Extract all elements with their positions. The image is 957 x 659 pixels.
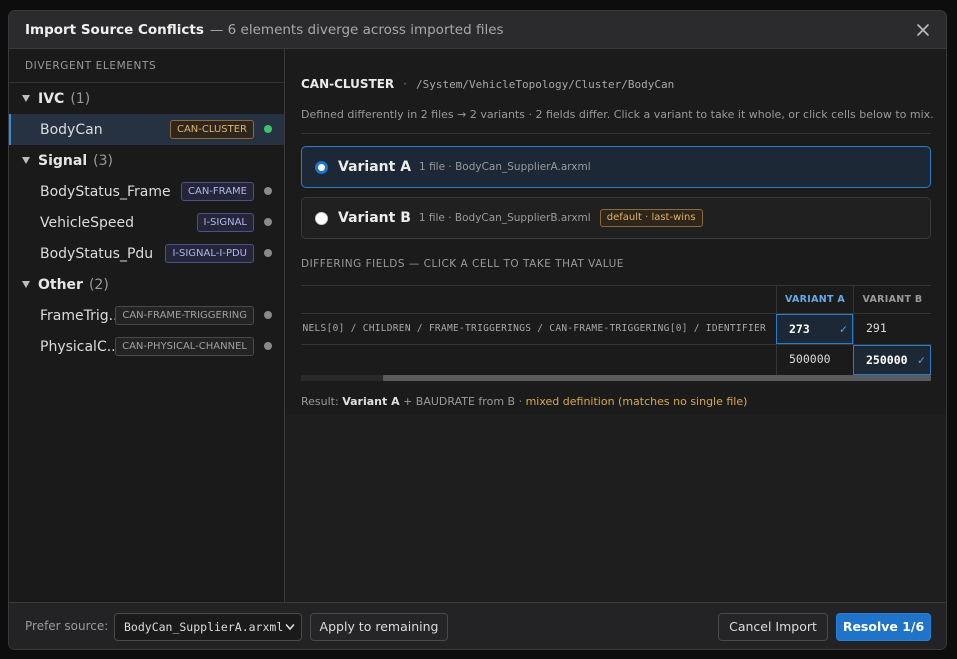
element-path: /System/VehicleTopology/Cluster/BodyCan bbox=[415, 77, 675, 91]
group-count: (3) bbox=[93, 152, 113, 169]
differing-fields-table: VARIANT A VARIANT B NELS[0] / CHILDREN /… bbox=[301, 285, 931, 381]
main-panel: CAN-CLUSTER · /System/VehicleTopology/Cl… bbox=[285, 49, 946, 602]
check-icon: ✓ bbox=[917, 353, 925, 367]
element-detail: CAN-CLUSTER · /System/VehicleTopology/Cl… bbox=[285, 49, 946, 415]
default-badge: default · last-wins bbox=[599, 209, 703, 227]
element-type: CAN-CLUSTER bbox=[301, 77, 395, 91]
select-value: BodyCan_SupplierA.arxml bbox=[124, 620, 284, 634]
differing-fields-heading: DIFFERING FIELDS — CLICK A CELL TO TAKE … bbox=[301, 258, 624, 270]
group-name: Signal bbox=[38, 152, 88, 169]
prefer-source-label: Prefer source: bbox=[25, 619, 109, 633]
import-conflicts-dialog: Import Source Conflicts — 6 elements div… bbox=[8, 10, 947, 650]
type-badge: CAN-FRAME bbox=[181, 182, 254, 201]
table-header: VARIANT A VARIANT B bbox=[301, 286, 931, 314]
triangle-down-icon bbox=[22, 95, 30, 102]
field-path: NELS[0] / CHILDREN / FRAME-TRIGGERINGS /… bbox=[302, 323, 766, 334]
dialog-title: Import Source Conflicts bbox=[25, 21, 204, 38]
sidebar-item-vehiclespeed[interactable]: VehicleSpeed I-SIGNAL bbox=[9, 207, 284, 238]
group-header-signal[interactable]: Signal (3) bbox=[9, 145, 284, 176]
variant-name: Variant A bbox=[338, 159, 412, 175]
type-badge: I-SIGNAL bbox=[196, 213, 254, 232]
radio-unchecked-icon[interactable] bbox=[315, 211, 328, 225]
resolve-button[interactable]: Resolve 1/6 bbox=[836, 613, 931, 641]
triangle-down-icon bbox=[22, 281, 30, 288]
type-badge: CAN-PHYSICAL-CHANNEL bbox=[115, 337, 254, 356]
status-dot-icon bbox=[264, 311, 272, 319]
status-dot-icon bbox=[264, 125, 272, 133]
variant-source: 1 file · BodyCan_SupplierA.arxml bbox=[419, 161, 591, 173]
result-summary: Result: Variant A + BAUDRATE from B · mi… bbox=[301, 395, 747, 408]
group-name: Other bbox=[38, 276, 83, 293]
item-label: VehicleSpeed bbox=[40, 214, 134, 231]
cell-value: 250000 bbox=[866, 353, 908, 367]
type-badge: CAN-FRAME-TRIGGERING bbox=[115, 306, 254, 325]
sidebar-item-frametriggering[interactable]: FrameTrig... CAN-FRAME-TRIGGERING bbox=[9, 300, 284, 331]
sidebar-item-bodystatus-pdu[interactable]: BodyStatus_Pdu I-SIGNAL-I-PDU bbox=[9, 238, 284, 269]
check-icon: ✓ bbox=[839, 322, 847, 336]
scrollbar-thumb[interactable] bbox=[383, 375, 931, 381]
sidebar-item-physicalchannel[interactable]: PhysicalC... CAN-PHYSICAL-CHANNEL bbox=[9, 331, 284, 362]
divider bbox=[301, 133, 931, 134]
column-variant-a: VARIANT A bbox=[776, 286, 853, 314]
variant-a-option[interactable]: Variant A 1 file · BodyCan_SupplierA.arx… bbox=[301, 146, 931, 188]
table-row: NELS[0] / CHILDREN / FRAME-TRIGGERINGS /… bbox=[301, 314, 931, 345]
breadcrumb: CAN-CLUSTER · /System/VehicleTopology/Cl… bbox=[301, 77, 674, 91]
group-header-ivc[interactable]: IVC (1) bbox=[9, 83, 284, 114]
sidebar-heading: DIVERGENT ELEMENTS bbox=[9, 49, 284, 83]
close-icon[interactable] bbox=[914, 21, 932, 39]
divergent-elements-sidebar: DIVERGENT ELEMENTS IVC (1) BodyCan CAN-C… bbox=[9, 49, 285, 602]
type-badge: I-SIGNAL-I-PDU bbox=[165, 244, 254, 263]
status-dot-icon bbox=[264, 218, 272, 226]
result-label: Result: bbox=[301, 395, 339, 408]
cell-variant-a[interactable]: 273 ✓ bbox=[776, 314, 853, 344]
variant-source: 1 file · BodyCan_SupplierB.arxml bbox=[418, 212, 591, 224]
chevron-down-icon bbox=[285, 624, 295, 631]
result-mix: + BAUDRATE from B · bbox=[403, 395, 523, 408]
cell-value: 500000 bbox=[789, 352, 831, 366]
conflict-description: Defined differently in 2 files → 2 varia… bbox=[301, 108, 934, 121]
item-label: BodyStatus_Pdu bbox=[40, 245, 154, 262]
triangle-down-icon bbox=[22, 157, 30, 164]
cell-value: 273 bbox=[789, 322, 810, 336]
item-label: BodyCan bbox=[40, 121, 103, 138]
prefer-source-select[interactable]: BodyCan_SupplierA.arxml bbox=[114, 613, 302, 641]
variant-b-option[interactable]: Variant B 1 file · BodyCan_SupplierB.arx… bbox=[301, 197, 931, 239]
sidebar-item-bodycan[interactable]: BodyCan CAN-CLUSTER bbox=[9, 114, 284, 145]
horizontal-scrollbar[interactable] bbox=[301, 375, 931, 381]
variant-name: Variant B bbox=[338, 210, 411, 226]
item-label: FrameTrig... bbox=[40, 307, 122, 324]
radio-checked-icon[interactable] bbox=[315, 160, 328, 174]
item-label: BodyStatus_Frame bbox=[40, 183, 171, 200]
dialog-header: Import Source Conflicts — 6 elements div… bbox=[9, 11, 946, 49]
group-name: IVC bbox=[38, 90, 65, 107]
cell-value: 291 bbox=[866, 321, 887, 335]
status-dot-icon bbox=[264, 342, 272, 350]
cancel-import-button[interactable]: Cancel Import bbox=[718, 613, 828, 641]
status-dot-icon bbox=[264, 187, 272, 195]
cell-variant-b[interactable]: 250000 ✓ bbox=[853, 345, 931, 375]
mixed-warning: mixed definition (matches no single file… bbox=[525, 395, 748, 408]
result-variant: Variant A bbox=[342, 395, 400, 408]
group-count: (2) bbox=[88, 276, 109, 293]
apply-to-remaining-button[interactable]: Apply to remaining bbox=[310, 613, 448, 641]
table-row: 500000 250000 ✓ bbox=[301, 345, 931, 376]
dialog-footer: Prefer source: BodyCan_SupplierA.arxml A… bbox=[9, 602, 946, 649]
type-badge: CAN-CLUSTER bbox=[169, 120, 254, 139]
status-dot-icon bbox=[264, 249, 272, 257]
item-label: PhysicalC... bbox=[40, 338, 121, 355]
sidebar-item-bodystatus-frame[interactable]: BodyStatus_Frame CAN-FRAME bbox=[9, 176, 284, 207]
group-header-other[interactable]: Other (2) bbox=[9, 269, 284, 300]
cell-variant-a[interactable]: 500000 bbox=[776, 345, 853, 375]
group-count: (1) bbox=[70, 90, 91, 107]
column-variant-b: VARIANT B bbox=[853, 286, 931, 314]
breadcrumb-separator: · bbox=[403, 77, 407, 91]
cell-variant-b[interactable]: 291 bbox=[853, 314, 931, 344]
dialog-subtitle: — 6 elements diverge across imported fil… bbox=[209, 21, 504, 38]
